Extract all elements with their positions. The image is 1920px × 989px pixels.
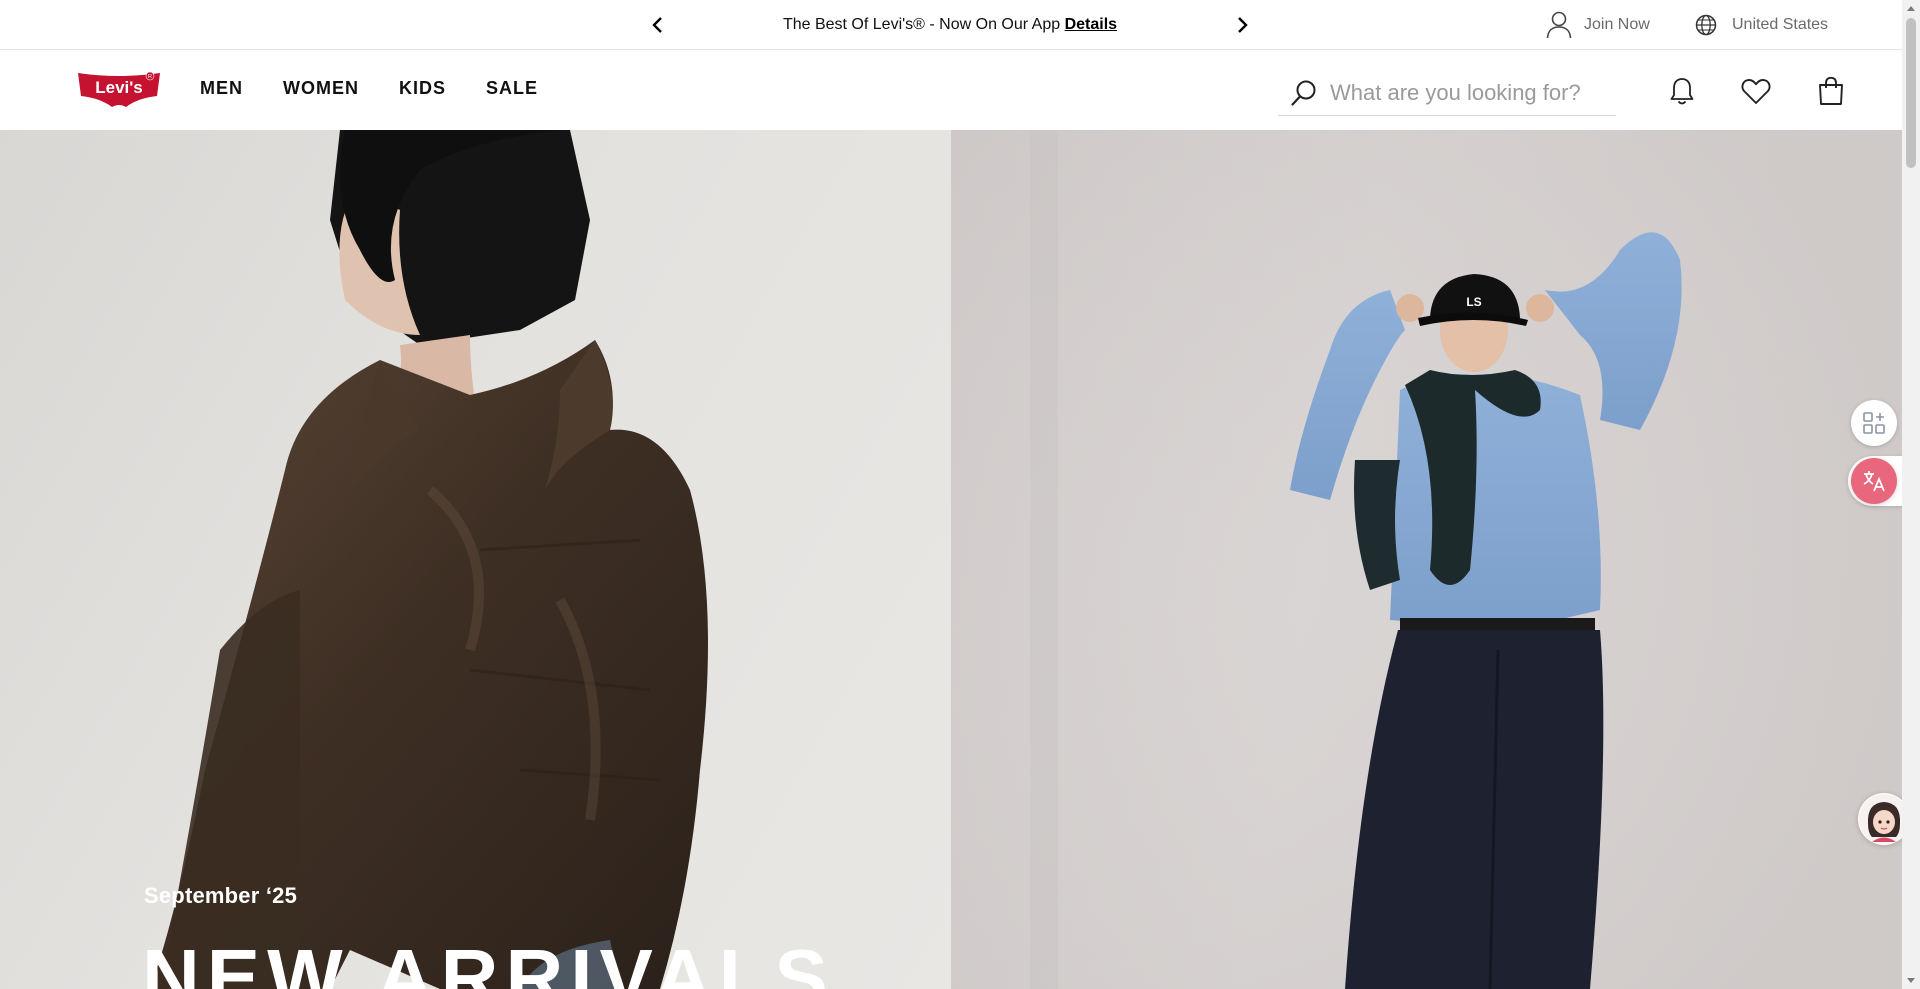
shopping-bag-icon [1819, 76, 1843, 105]
promo-prev-button[interactable] [645, 12, 671, 38]
batwing-logo-icon: Levi's R [78, 71, 160, 107]
page-scrollbar[interactable] [1902, 0, 1920, 989]
hero-banner[interactable]: LS September ‘25 NEW ARRIVALS [0, 130, 1902, 989]
scroll-thumb[interactable] [1906, 18, 1916, 168]
user-icon [1546, 11, 1572, 39]
notifications-button[interactable] [1665, 74, 1699, 108]
nav-women[interactable]: WOMEN [283, 78, 359, 99]
chevron-left-icon [652, 17, 662, 33]
bell-icon [1670, 78, 1694, 105]
search-box [1278, 70, 1616, 116]
promo-message: The Best Of Levi's® - Now On Our App Det… [700, 16, 1200, 34]
apps-widget-button[interactable] [1851, 400, 1897, 446]
logo-text: Levi's [95, 78, 143, 97]
svg-text:R: R [148, 74, 152, 80]
heart-icon [1741, 79, 1771, 104]
country-label: United States [1732, 16, 1829, 33]
wishlist-button[interactable] [1739, 74, 1773, 108]
promo-bar: The Best Of Levi's® - Now On Our App Det… [0, 0, 1902, 50]
country-selector[interactable]: United States [1695, 10, 1828, 40]
levis-logo[interactable]: Levi's R [76, 70, 162, 110]
nav-sale[interactable]: SALE [486, 78, 538, 99]
scroll-down-arrow[interactable] [1907, 978, 1915, 983]
promo-details-link[interactable]: Details [1065, 16, 1117, 33]
page: The Best Of Levi's® - Now On Our App Det… [0, 0, 1920, 989]
main-nav: MEN WOMEN KIDS SALE [200, 78, 538, 99]
scroll-up-arrow[interactable] [1907, 6, 1915, 11]
promo-next-button[interactable] [1229, 12, 1255, 38]
nav-men[interactable]: MEN [200, 78, 243, 99]
hero-photo-illustration: LS [150, 130, 1902, 989]
join-now-label: Join Now [1584, 16, 1650, 33]
translate-icon [1863, 471, 1885, 492]
chevron-right-icon [1238, 17, 1248, 33]
search-icon[interactable] [1290, 77, 1322, 109]
svg-text:LS: LS [1466, 295, 1481, 309]
search-input[interactable] [1330, 79, 1600, 106]
globe-icon [1695, 14, 1717, 36]
apps-plus-icon [1863, 412, 1885, 434]
join-now-link[interactable]: Join Now [1546, 10, 1650, 40]
main-header: Levi's R MEN WOMEN KIDS SALE [0, 50, 1902, 130]
cart-button[interactable] [1814, 74, 1848, 108]
translate-widget-button[interactable] [1851, 458, 1897, 504]
hero-headline: NEW ARRIVALS [142, 933, 835, 989]
promo-text: The Best Of Levi's® - Now On Our App [782, 16, 1061, 33]
nav-kids[interactable]: KIDS [399, 78, 446, 99]
hero-season-label: September ‘25 [144, 883, 298, 908]
